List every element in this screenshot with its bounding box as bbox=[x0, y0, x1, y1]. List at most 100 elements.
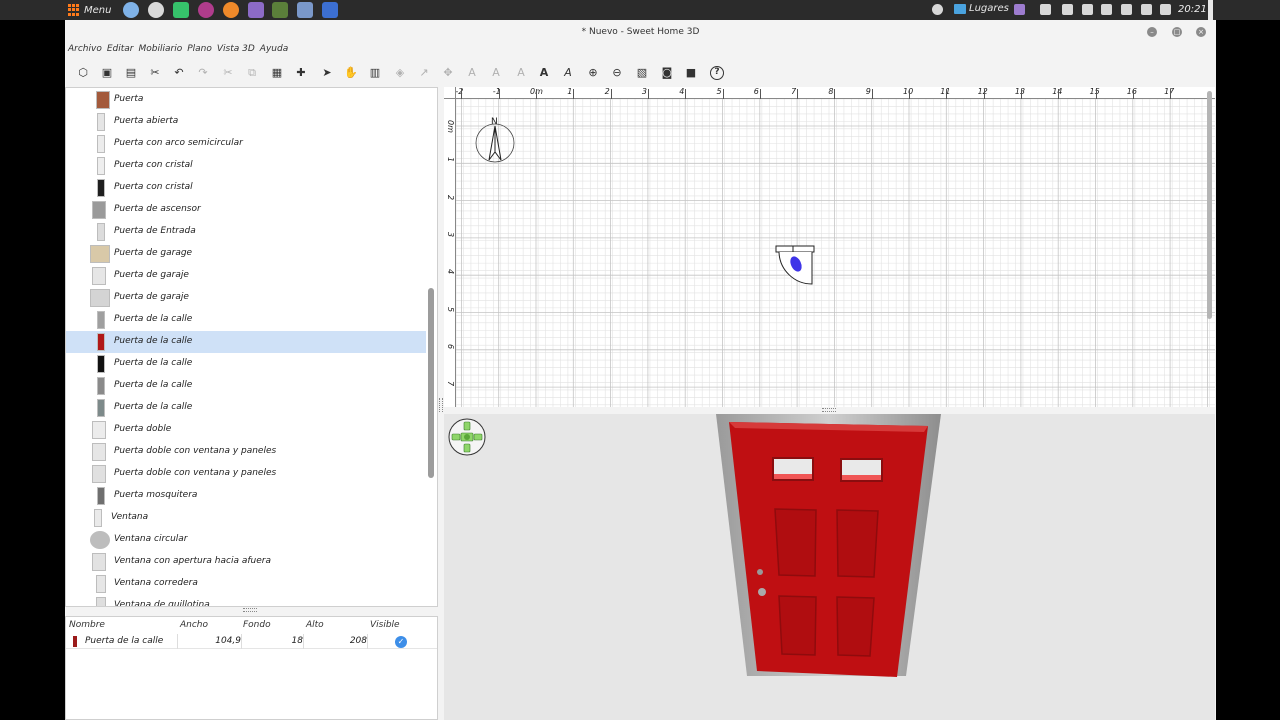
media-launcher-icon[interactable] bbox=[198, 2, 214, 18]
create-polylines-icon[interactable]: ↗ bbox=[417, 66, 431, 80]
catalog-item[interactable]: Ventana con apertura hacia afuera bbox=[66, 551, 426, 573]
catalog-item[interactable]: Puerta de la calle bbox=[66, 353, 426, 375]
catalog-item[interactable]: Puerta de garaje bbox=[66, 287, 426, 309]
catalog-item[interactable]: Ventana de guillotina bbox=[66, 595, 426, 606]
split-handle-vertical[interactable] bbox=[439, 398, 443, 412]
cube-launcher-icon[interactable] bbox=[322, 2, 338, 18]
column-header-name[interactable]: Nombre bbox=[69, 620, 105, 630]
menu-editar[interactable]: Editar bbox=[104, 44, 136, 60]
catalog-item[interactable]: Puerta de la calle bbox=[66, 375, 426, 397]
camera-icon[interactable]: ◙ bbox=[660, 66, 674, 80]
catalog-item[interactable]: Puerta de la calle bbox=[66, 397, 426, 419]
info-icon[interactable] bbox=[932, 4, 943, 15]
catalog-item-label: Puerta con cristal bbox=[114, 160, 193, 170]
catalog-item[interactable]: Ventana circular bbox=[66, 529, 426, 551]
open-icon[interactable]: ▣ bbox=[100, 66, 114, 80]
menu-plano[interactable]: Plano bbox=[184, 44, 214, 60]
italic-text-icon[interactable]: A bbox=[561, 66, 575, 80]
save-icon[interactable]: ▤ bbox=[124, 66, 138, 80]
catalog-item[interactable]: Puerta de la calle bbox=[66, 309, 426, 331]
clipboard-icon[interactable] bbox=[1062, 4, 1073, 15]
camera-launcher-icon[interactable] bbox=[248, 2, 264, 18]
add-furniture-icon[interactable]: ✚ bbox=[294, 66, 308, 80]
shield-icon[interactable] bbox=[1082, 4, 1093, 15]
close-button[interactable]: × bbox=[1196, 27, 1206, 37]
catalog-scrollbar[interactable] bbox=[428, 288, 434, 478]
printer-icon[interactable] bbox=[1101, 4, 1112, 15]
pan-mode-icon[interactable]: ✋ bbox=[344, 66, 358, 80]
video-icon[interactable]: ■ bbox=[684, 66, 698, 80]
plan-view[interactable]: N -2-10m1234567891011121314151617 0m1234… bbox=[444, 87, 1215, 407]
catalog-item[interactable]: Puerta bbox=[66, 89, 426, 111]
preferences-icon[interactable]: ✂ bbox=[148, 66, 162, 80]
catalog-item[interactable]: Puerta doble con ventana y paneles bbox=[66, 441, 426, 463]
bold-text-icon[interactable]: A bbox=[537, 66, 551, 80]
split-handle-horizontal[interactable] bbox=[243, 608, 257, 612]
undo-icon[interactable]: ↶ bbox=[172, 66, 186, 80]
catalog-item[interactable]: Puerta doble bbox=[66, 419, 426, 441]
catalog-item[interactable]: Puerta abierta bbox=[66, 111, 426, 133]
select-mode-icon[interactable]: ➤ bbox=[320, 66, 334, 80]
minecraft-launcher-icon[interactable] bbox=[272, 2, 288, 18]
visible-checkbox[interactable]: ✓ bbox=[395, 636, 407, 648]
create-dimensions-icon[interactable]: ✥ bbox=[441, 66, 455, 80]
catalog-item[interactable]: Puerta con cristal bbox=[66, 155, 426, 177]
maximize-button[interactable]: □ bbox=[1172, 27, 1182, 37]
app-store-launcher-icon[interactable] bbox=[173, 2, 189, 18]
catalog-item-label: Puerta doble bbox=[114, 424, 172, 434]
menu-archivo[interactable]: Archivo bbox=[65, 44, 104, 60]
create-walls-icon[interactable]: ▥ bbox=[368, 66, 382, 80]
zoom-out-icon[interactable]: ⊖ bbox=[610, 66, 624, 80]
split-handle-plan-3d[interactable] bbox=[822, 408, 836, 412]
ruler-tick-label: 2 bbox=[604, 87, 610, 96]
column-header-depth[interactable]: Fondo bbox=[243, 620, 271, 630]
catalog-item[interactable]: Puerta mosquitera bbox=[66, 485, 426, 507]
redo-icon[interactable]: ↷ bbox=[196, 66, 210, 80]
menu-vista-3d[interactable]: Vista 3D bbox=[214, 44, 257, 60]
places-button[interactable]: Lugares bbox=[954, 3, 1009, 14]
telegram-icon[interactable] bbox=[1040, 4, 1051, 15]
minimize-button[interactable]: – bbox=[1147, 27, 1157, 37]
catalog-item[interactable]: Puerta de Entrada bbox=[66, 221, 426, 243]
add-text-icon[interactable]: A bbox=[465, 66, 479, 80]
create-rooms-icon[interactable]: ◈ bbox=[393, 66, 407, 80]
system-menu-button[interactable]: Menu bbox=[68, 2, 111, 18]
catalog-item[interactable]: Puerta con arco semicircular bbox=[66, 133, 426, 155]
copy-icon[interactable]: ⧉ bbox=[245, 66, 259, 80]
catalog-item[interactable]: Ventana bbox=[66, 507, 426, 529]
decrease-text-icon[interactable]: A bbox=[514, 66, 528, 80]
column-header-width[interactable]: Ancho bbox=[180, 620, 208, 630]
browser-launcher-icon[interactable] bbox=[148, 2, 164, 18]
help-icon[interactable]: ? bbox=[710, 66, 724, 80]
volume-icon[interactable] bbox=[1160, 4, 1171, 15]
3d-view[interactable] bbox=[444, 414, 1215, 720]
column-header-height[interactable]: Alto bbox=[306, 620, 324, 630]
screenshot-tray-icon[interactable] bbox=[1014, 4, 1025, 15]
catalog-item[interactable]: Puerta con cristal bbox=[66, 177, 426, 199]
files-launcher-icon[interactable] bbox=[123, 2, 139, 18]
catalog-item[interactable]: Puerta de ascensor bbox=[66, 199, 426, 221]
catalog-item[interactable]: Ventana corredera bbox=[66, 573, 426, 595]
menu-mobiliario[interactable]: Mobiliario bbox=[136, 44, 185, 60]
zoom-in-icon[interactable]: ⊕ bbox=[586, 66, 600, 80]
create-photo-icon[interactable]: ▧ bbox=[635, 66, 649, 80]
usb-icon[interactable] bbox=[1121, 4, 1132, 15]
screenshot-launcher-icon[interactable] bbox=[297, 2, 313, 18]
catalog-item-label: Puerta de garaje bbox=[114, 292, 189, 302]
clock[interactable]: 20:21 bbox=[1178, 4, 1207, 15]
catalog-item[interactable]: Puerta de la calle bbox=[66, 331, 426, 353]
catalog-item[interactable]: Puerta de garage bbox=[66, 243, 426, 265]
paste-icon[interactable]: ▦ bbox=[270, 66, 284, 80]
plan-scrollbar[interactable] bbox=[1207, 91, 1212, 319]
firefox-launcher-icon[interactable] bbox=[223, 2, 239, 18]
catalog-item[interactable]: Puerta doble con ventana y paneles bbox=[66, 463, 426, 485]
catalog-thumbnail bbox=[97, 179, 105, 197]
column-header-visible[interactable]: Visible bbox=[370, 620, 400, 630]
network-icon[interactable] bbox=[1141, 4, 1152, 15]
ruler-tick bbox=[797, 89, 799, 99]
increase-text-icon[interactable]: A bbox=[489, 66, 503, 80]
catalog-item[interactable]: Puerta de garaje bbox=[66, 265, 426, 287]
cut-icon[interactable]: ✂ bbox=[221, 66, 235, 80]
menu-ayuda[interactable]: Ayuda bbox=[257, 44, 290, 60]
new-home-icon[interactable]: ⬡ bbox=[76, 66, 90, 80]
